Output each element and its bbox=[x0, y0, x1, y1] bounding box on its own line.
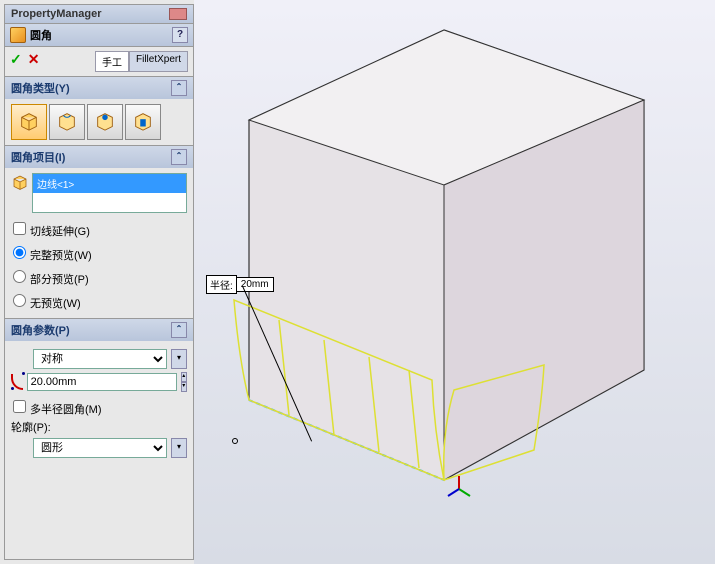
type-full-round[interactable] bbox=[125, 104, 161, 140]
chevron-up-icon[interactable]: ⌃ bbox=[171, 149, 187, 165]
origin-triad-icon bbox=[444, 474, 474, 504]
selection-icon bbox=[11, 173, 29, 191]
list-item[interactable]: 边线<1> bbox=[33, 174, 186, 193]
preview-full-radio[interactable]: 完整预览(W) bbox=[11, 241, 187, 265]
section-type-header[interactable]: 圆角类型(Y) ⌃ bbox=[5, 77, 193, 99]
type-face-fillet[interactable] bbox=[87, 104, 123, 140]
symmetry-select[interactable]: 对称 bbox=[33, 349, 167, 369]
section-items-header[interactable]: 圆角项目(I) ⌃ bbox=[5, 146, 193, 168]
multi-radius-checkbox[interactable]: 多半径圆角(M) bbox=[11, 395, 187, 419]
pushpin-icon[interactable] bbox=[169, 8, 187, 20]
fillet-icon bbox=[10, 27, 26, 43]
spin-down-icon[interactable]: ▾ bbox=[181, 382, 187, 392]
spin-up-icon[interactable]: ▴ bbox=[181, 372, 187, 382]
mode-tabs: 手工 FilletXpert bbox=[95, 51, 188, 72]
preview-none-radio[interactable]: 无预览(W) bbox=[11, 289, 187, 313]
radius-input[interactable] bbox=[27, 373, 177, 391]
feature-name: 圆角 bbox=[30, 27, 52, 43]
chevron-up-icon[interactable]: ⌃ bbox=[171, 80, 187, 96]
graphics-viewport[interactable]: 半径: 20mm bbox=[194, 0, 715, 564]
chevron-up-icon[interactable]: ⌃ bbox=[171, 322, 187, 338]
cancel-button[interactable]: ✕ bbox=[28, 51, 40, 72]
callout-anchor bbox=[232, 438, 238, 444]
dropdown-icon[interactable]: ▾ bbox=[171, 349, 187, 369]
tab-filletxpert[interactable]: FilletXpert bbox=[129, 51, 188, 72]
type-constant-radius[interactable] bbox=[11, 104, 47, 140]
profile-label: 轮廓(P): bbox=[11, 419, 187, 435]
type-variable-radius[interactable] bbox=[49, 104, 85, 140]
pm-header: PropertyManager bbox=[5, 5, 193, 24]
radius-callout[interactable]: 半径: 20mm bbox=[206, 275, 274, 294]
dropdown-icon[interactable]: ▾ bbox=[171, 438, 187, 458]
preview-partial-radio[interactable]: 部分预览(P) bbox=[11, 265, 187, 289]
tangent-prop-checkbox[interactable]: 切线延伸(G) bbox=[11, 217, 187, 241]
pm-title: PropertyManager bbox=[11, 8, 165, 20]
ok-button[interactable]: ✓ bbox=[10, 51, 22, 72]
selection-list[interactable]: 边线<1> bbox=[32, 173, 187, 213]
help-button[interactable]: ? bbox=[172, 27, 188, 43]
feature-titlebar: 圆角 ? bbox=[5, 24, 193, 47]
tab-manual[interactable]: 手工 bbox=[95, 51, 129, 72]
profile-select[interactable]: 圆形 bbox=[33, 438, 167, 458]
radius-icon bbox=[11, 374, 23, 390]
section-params-header[interactable]: 圆角参数(P) ⌃ bbox=[5, 319, 193, 341]
